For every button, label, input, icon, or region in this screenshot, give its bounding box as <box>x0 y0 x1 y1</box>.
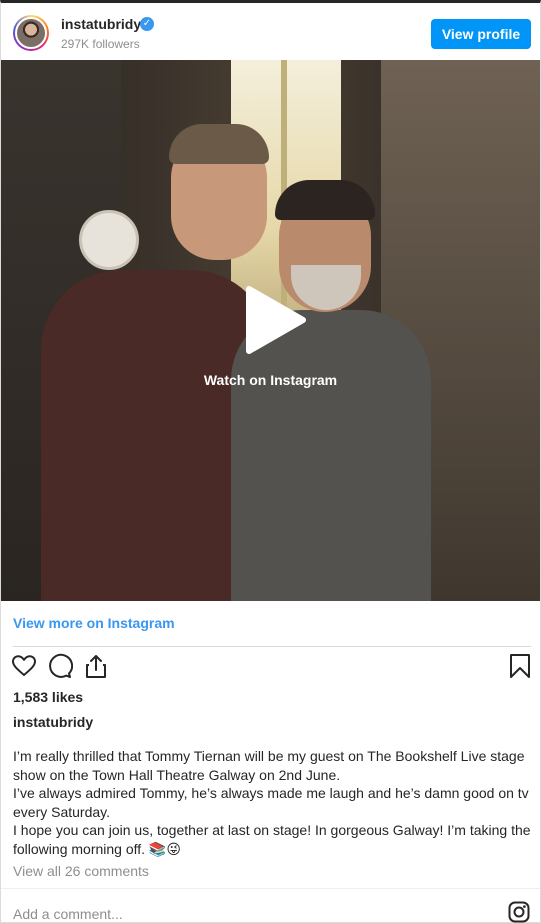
caption-username[interactable]: instatubridy <box>13 714 93 730</box>
video-media[interactable]: Watch on Instagram <box>1 60 540 601</box>
username[interactable]: instatubridy <box>61 16 141 32</box>
instagram-embed: instatubridy ✓ 297K followers View profi… <box>0 0 541 923</box>
view-profile-button[interactable]: View profile <box>431 19 531 49</box>
caption-line: I’m really thrilled that Tommy Tiernan w… <box>13 748 525 783</box>
caption-line: I’ve always admired Tommy, he’s always m… <box>13 785 529 820</box>
post-caption: I’m really thrilled that Tommy Tiernan w… <box>13 747 533 858</box>
caption-line: I hope you can join us, together at last… <box>13 822 531 857</box>
watch-on-instagram-label[interactable]: Watch on Instagram <box>1 372 540 388</box>
likes-count[interactable]: 1,583 likes <box>13 689 83 705</box>
add-comment-input[interactable]: Add a comment... <box>13 906 123 922</box>
view-all-comments-link[interactable]: View all 26 comments <box>13 863 149 879</box>
heart-icon[interactable] <box>11 653 37 679</box>
followers-count: 297K followers <box>61 37 140 51</box>
instagram-logo-icon[interactable] <box>508 901 530 923</box>
action-bar <box>1 653 540 683</box>
comment-icon[interactable] <box>47 653 73 679</box>
divider <box>1 888 540 889</box>
divider <box>13 646 531 647</box>
view-more-link[interactable]: View more on Instagram <box>13 615 175 631</box>
bookmark-icon[interactable] <box>507 653 533 679</box>
post-header: instatubridy ✓ 297K followers View profi… <box>1 3 540 59</box>
avatar-image <box>15 17 47 49</box>
play-icon[interactable] <box>241 285 307 355</box>
verified-badge-icon: ✓ <box>140 17 154 31</box>
play-overlay[interactable]: Watch on Instagram <box>1 60 540 601</box>
avatar[interactable] <box>13 15 49 51</box>
share-icon[interactable] <box>83 653 109 679</box>
